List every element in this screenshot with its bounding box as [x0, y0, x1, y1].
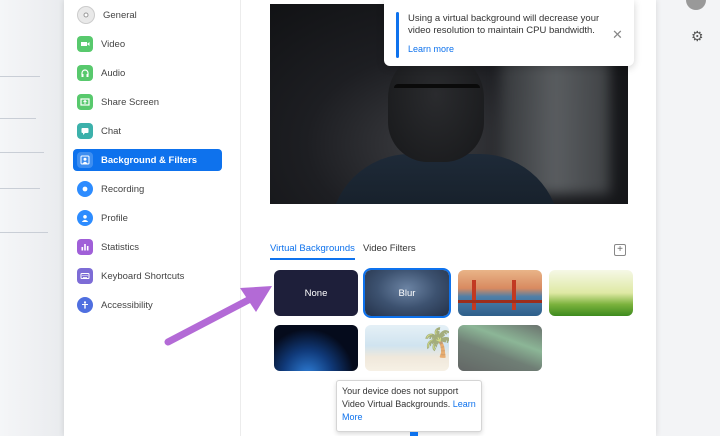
- sidebar-item-label: Share Screen: [101, 96, 160, 108]
- gear-icon[interactable]: ⚙: [691, 29, 704, 43]
- cpu-notice-banner: Using a virtual background will decrease…: [384, 0, 634, 66]
- person-background-icon: [77, 152, 93, 168]
- tab-video-filters[interactable]: Video Filters: [363, 243, 416, 258]
- notice-accent-bar: [396, 12, 399, 58]
- tooltip-link-part1: Learn: [452, 399, 476, 409]
- sidebar-item-label: Statistics: [101, 241, 140, 253]
- sidebar-item-share-screen[interactable]: Share Screen: [73, 91, 222, 113]
- thumb-dim-overlay: [458, 325, 542, 371]
- sidebar-item-general[interactable]: General: [73, 4, 222, 26]
- close-icon[interactable]: ✕: [612, 28, 623, 41]
- background-beach[interactable]: 🌴: [365, 325, 449, 371]
- settings-window: General Video Audio Share Screen Chat Ba…: [64, 0, 656, 436]
- sidebar-item-label: Recording: [101, 183, 145, 195]
- divider: [0, 232, 48, 233]
- scroll-indicator: [410, 432, 418, 436]
- sidebar-item-statistics[interactable]: Statistics: [73, 236, 222, 258]
- sidebar-item-label: Profile: [101, 212, 128, 224]
- background-app-strip: [0, 0, 64, 436]
- tooltip-text: Your device does not support Video Virtu…: [342, 386, 459, 409]
- sidebar-item-label: Background & Filters: [101, 154, 198, 166]
- sidebar-item-label: Chat: [101, 125, 122, 137]
- sidebar-item-chat[interactable]: Chat: [73, 120, 222, 142]
- tab-virtual-backgrounds[interactable]: Virtual Backgrounds: [270, 243, 355, 260]
- sidebar-item-label: General: [103, 9, 137, 21]
- thumb-dim-overlay: [365, 325, 449, 371]
- sidebar-item-recording[interactable]: Recording: [73, 178, 222, 200]
- sidebar-item-label: Audio: [101, 67, 126, 79]
- bridge-tower: [512, 280, 516, 310]
- tooltip-link-part2: More: [342, 412, 363, 422]
- sidebar-item-label: Video: [101, 38, 126, 50]
- statistics-icon: [77, 239, 93, 255]
- divider: [0, 188, 40, 189]
- settings-sidebar: General Video Audio Share Screen Chat Ba…: [64, 0, 241, 436]
- unsupported-tooltip: Your device does not support Video Virtu…: [336, 380, 482, 432]
- add-background-button[interactable]: +: [614, 244, 626, 256]
- preview-person-glasses: [394, 84, 480, 102]
- preview-person-head: [388, 50, 484, 162]
- background-golden-gate[interactable]: [458, 270, 542, 316]
- share-screen-icon: [77, 94, 93, 110]
- profile-icon: [77, 210, 93, 226]
- divider: [0, 76, 40, 77]
- sidebar-item-background-filters[interactable]: Background & Filters: [73, 149, 222, 171]
- bridge-deck: [458, 300, 542, 303]
- notice-message: Using a virtual background will decrease…: [408, 13, 600, 36]
- bridge-tower: [472, 280, 476, 310]
- sidebar-item-profile[interactable]: Profile: [73, 207, 222, 229]
- sidebar-item-video[interactable]: Video: [73, 33, 222, 55]
- sidebar-item-label: Accessibility: [101, 299, 153, 311]
- chat-bubble-icon: [77, 123, 93, 139]
- headphones-icon: [77, 65, 93, 81]
- divider: [0, 152, 44, 153]
- background-aurora[interactable]: [458, 325, 542, 371]
- background-app-strip-right: [656, 0, 720, 436]
- learn-more-link[interactable]: Learn more: [408, 44, 454, 54]
- record-icon: [77, 181, 93, 197]
- background-blur-label: Blur: [398, 287, 416, 299]
- annotation-arrow-icon: [164, 286, 272, 346]
- background-blur[interactable]: Blur: [363, 268, 451, 318]
- sidebar-item-audio[interactable]: Audio: [73, 62, 222, 84]
- keyboard-icon: [77, 268, 93, 284]
- background-grass[interactable]: [549, 270, 633, 316]
- gear-icon: [77, 6, 95, 24]
- video-camera-icon: [77, 36, 93, 52]
- divider: [0, 118, 36, 119]
- background-filters-panel: Using a virtual background will decrease…: [240, 0, 656, 436]
- accessibility-icon: [77, 297, 93, 313]
